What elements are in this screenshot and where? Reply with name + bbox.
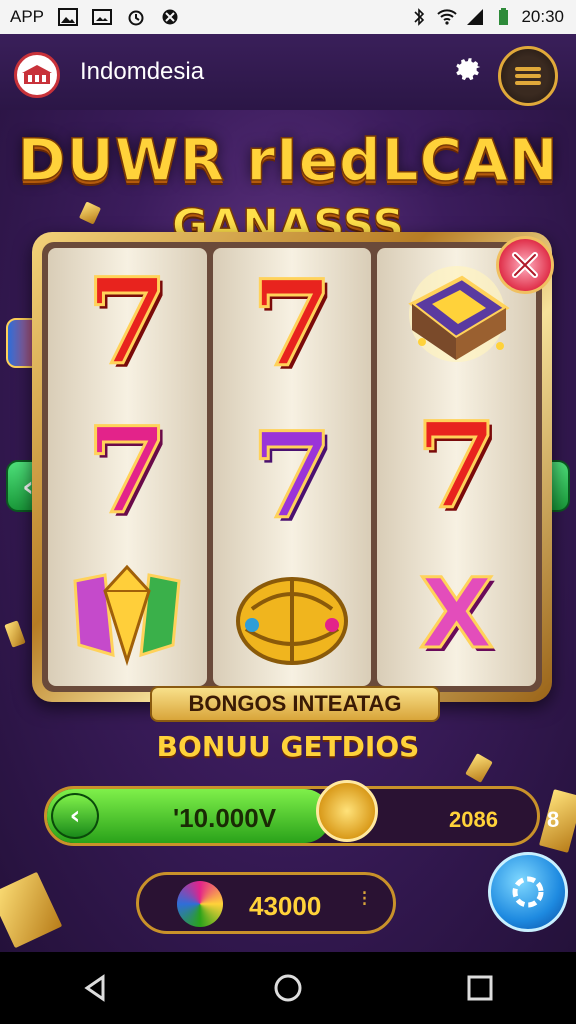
menu-button[interactable] (498, 46, 558, 106)
reel-3: 7 X (377, 248, 537, 686)
slot-machine-frame: 7 7 7 7 7 X (32, 232, 552, 702)
reels-container: 7 7 7 7 7 X (42, 242, 542, 692)
game-screen: Indomdesia DUWR rIedLCAN GANASSS ‹ › 7 7 (0, 34, 576, 952)
balance-display: 43000 ⁝ (136, 872, 396, 934)
meter-right-count: 8 (547, 807, 560, 832)
chevron-left-icon: ‹ (69, 801, 81, 831)
bonus-banner: BONGOS INTEATAG (150, 686, 440, 722)
bonus-label: BONUU GETDIOS (156, 730, 420, 763)
battery-icon (499, 8, 509, 25)
x-symbol: X (418, 556, 495, 671)
reel-2: 7 7 (212, 248, 372, 686)
reel-1: 7 7 (48, 248, 207, 686)
seven-symbol: 7 (85, 400, 170, 540)
confetti-decoration (0, 871, 63, 949)
spin-button[interactable] (488, 852, 568, 932)
image-icon (58, 8, 79, 26)
wild-gem-icon (73, 564, 181, 666)
bluetooth-icon (414, 8, 425, 26)
app-name: Indomdesia (80, 58, 205, 85)
balance-value: 43000 (249, 891, 322, 921)
seven-symbol: 7 (249, 406, 334, 545)
back-icon[interactable] (81, 973, 111, 1003)
alarm-icon (128, 10, 144, 26)
golden-orb-icon (236, 577, 348, 665)
seven-symbol: 7 (85, 252, 170, 392)
bet-meter[interactable]: ‹ '10.000V 2086 8 (44, 786, 559, 846)
settings-gear-icon[interactable] (454, 52, 484, 82)
menu-icon (515, 67, 541, 85)
seven-symbol: 7 (414, 395, 499, 535)
confetti-decoration (4, 620, 26, 648)
balance-dots: ⁝ (361, 887, 368, 912)
blocked-icon (162, 9, 178, 25)
close-icon (512, 252, 538, 278)
recents-icon[interactable] (465, 973, 495, 1003)
game-title: DUWR rIedLCAN (17, 125, 559, 195)
gallery-icon (92, 9, 113, 25)
seven-symbol: 7 (249, 254, 334, 393)
status-time: 20:30 (521, 7, 564, 26)
app-bar: Indomdesia (0, 34, 576, 110)
status-bar: APP 20:30 (0, 0, 576, 34)
navigation-bar (0, 952, 576, 1024)
status-app-label: APP (10, 7, 45, 26)
gem-icon (177, 881, 223, 927)
signal-icon (467, 9, 484, 25)
decrease-bet-button[interactable]: ‹ (51, 793, 99, 839)
meter-right-value: 2086 (449, 807, 498, 832)
home-icon[interactable] (273, 973, 303, 1003)
coin-icon (316, 780, 378, 842)
refresh-icon (512, 876, 544, 908)
close-button[interactable] (496, 236, 554, 294)
temple-icon (22, 65, 52, 84)
wifi-icon (437, 9, 458, 25)
app-logo[interactable] (14, 52, 60, 98)
meter-value: '10.000V (173, 803, 277, 833)
